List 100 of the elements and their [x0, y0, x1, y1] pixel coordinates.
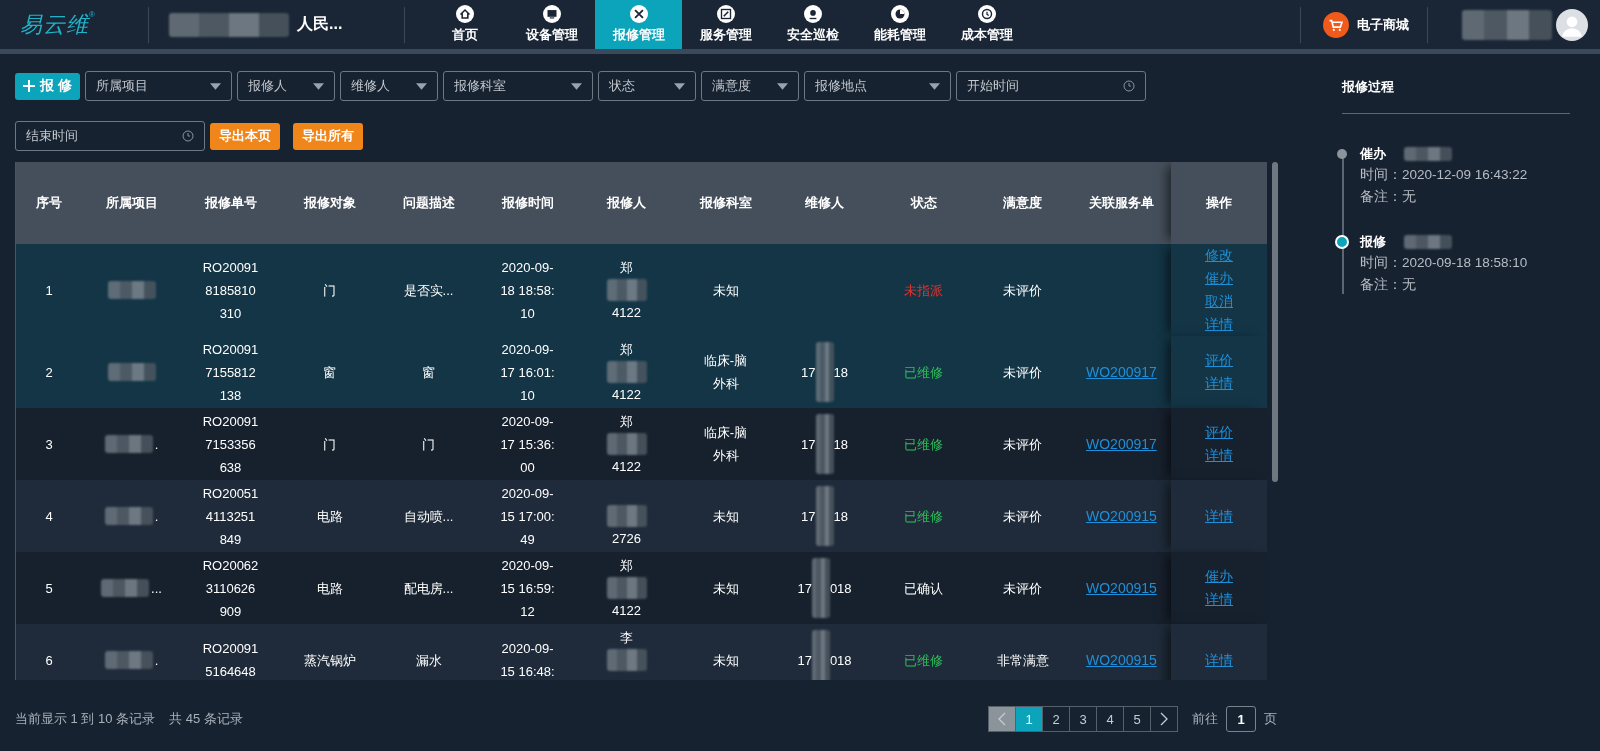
- action-link[interactable]: 详情: [1205, 648, 1233, 672]
- table-cell-text: RO20091 5164648: [201, 640, 260, 680]
- event-note: 备注：无: [1360, 276, 1417, 294]
- nav-tab[interactable]: 成本管理: [943, 0, 1030, 49]
- table-cell-text: 17: [801, 363, 816, 382]
- page-input[interactable]: 1: [1226, 706, 1256, 732]
- service-order-link[interactable]: WO200915: [1086, 648, 1157, 672]
- nav-tab[interactable]: 安全巡检: [769, 0, 856, 49]
- action-link[interactable]: 催办: [1205, 565, 1233, 588]
- table-cell-text: 未知: [711, 281, 740, 300]
- action-link[interactable]: 详情: [1205, 588, 1233, 611]
- page-button[interactable]: 4: [1096, 706, 1124, 732]
- chevron-right-icon: [1160, 712, 1168, 726]
- table-cell-text: 2: [44, 363, 54, 382]
- column-header: 操作: [1171, 162, 1267, 244]
- table-row[interactable]: 2 RO20091 7155812 138 窗 窗 2020-09- 17 16:01: 10 郑 4122 临床-脑外科 17 18 已维修 未评价 WO200917 评价 详情: [16, 336, 1267, 408]
- scrollbar[interactable]: [1272, 162, 1278, 482]
- table-row[interactable]: 6 . RO20091 5164648 蒸汽锅炉 漏水 2020-09- 15 16:48: 李 未知 17 018 已维修 非常满意 WO200915 详情: [16, 624, 1267, 680]
- service-order-link[interactable]: WO200917: [1086, 432, 1157, 456]
- next-page-button[interactable]: [1150, 706, 1178, 732]
- table-cell-text: 临床-脑外科: [702, 352, 749, 393]
- table-cell-text: 窗: [421, 363, 436, 382]
- date-field[interactable]: 结束时间: [15, 121, 205, 151]
- table-cell-text: 2020-09- 17 15:36: 00: [499, 412, 556, 477]
- table-row[interactable]: 1 RO20091 8185810 310 门 是否实... 2020-09- 18 18:58: 10 郑 4122 未知 未指派 未评价 修改 催办 取消 详情: [16, 244, 1267, 336]
- blurred-text: [104, 651, 153, 669]
- table-cell-text: 门: [322, 435, 337, 454]
- status-text: 已维修: [904, 435, 943, 454]
- caret-icon: [209, 82, 221, 90]
- table-cell: 郑: [620, 414, 633, 429]
- column-header: 满意度: [1002, 194, 1043, 212]
- table-cell-text: RO20062 3110626 909: [201, 556, 260, 621]
- filter-dropdown[interactable]: 报修科室: [442, 71, 593, 101]
- action-link[interactable]: 评价: [1205, 349, 1233, 372]
- caret-icon: [776, 82, 788, 90]
- avatar-icon[interactable]: [1556, 8, 1588, 41]
- table-cell-text: 2020-09- 15 16:59: 12: [499, 556, 556, 621]
- table-cell-text: 4: [44, 507, 54, 526]
- table-cell-text: 未知: [711, 651, 740, 670]
- service-order-link[interactable]: WO200915: [1086, 504, 1157, 528]
- table-cell: 4122: [612, 459, 641, 474]
- table-cell-text: 未评价: [1002, 281, 1043, 300]
- table-cell: 4122: [612, 305, 641, 320]
- action-link[interactable]: 详情: [1205, 313, 1233, 336]
- action-link[interactable]: 详情: [1205, 372, 1233, 395]
- caret-icon: [673, 82, 685, 90]
- filter-dropdown[interactable]: 报修人: [236, 71, 335, 101]
- event-note: 备注：无: [1360, 188, 1417, 206]
- table-cell: 郑: [620, 558, 633, 573]
- page-button[interactable]: 3: [1069, 706, 1097, 732]
- table-cell-text: 未评价: [1002, 507, 1043, 526]
- action-link[interactable]: 取消: [1205, 290, 1233, 313]
- filter-dropdown[interactable]: 满意度: [700, 71, 799, 101]
- blurred-text: [101, 579, 150, 597]
- status-text: 已维修: [904, 507, 943, 526]
- status-text: 已维修: [904, 651, 943, 670]
- nav-tab[interactable]: 设备管理: [508, 0, 595, 49]
- table-cell-text: RO20091 8185810 310: [201, 258, 260, 323]
- table-cell-text: 17: [801, 435, 816, 454]
- table-row[interactable]: 5 ... RO20062 3110626 909 电路 配电房... 2020-09- 15 16:59: 12 郑 4122 未知 17 018 已确认 未评价 WO200915 催办 详情: [16, 552, 1267, 624]
- shop-link[interactable]: 电子商城: [1301, 11, 1427, 38]
- nav-tab[interactable]: 首页: [421, 0, 508, 49]
- action-link[interactable]: 详情: [1205, 444, 1233, 467]
- event-time: 时间：2020-12-09 16:43:22: [1360, 166, 1529, 184]
- action-link[interactable]: 催办: [1205, 267, 1233, 290]
- filter-dropdown[interactable]: 所属项目: [84, 71, 232, 101]
- action-link[interactable]: 详情: [1205, 504, 1233, 528]
- column-header: 报修科室: [698, 194, 753, 212]
- page-button[interactable]: 5: [1123, 706, 1151, 732]
- filter-dropdown[interactable]: 报修地点: [803, 71, 951, 101]
- blurred-text: [107, 281, 156, 299]
- column-header: 所属项目: [104, 194, 159, 212]
- nav-tab[interactable]: 能耗管理: [856, 0, 943, 49]
- filter-dropdown[interactable]: 状态: [597, 71, 696, 101]
- table-cell-text: 18: [833, 363, 848, 382]
- event-title: 报修: [1360, 233, 1386, 251]
- clock-icon: [182, 130, 194, 142]
- blurred-text: [815, 414, 834, 474]
- column-header: 关联服务单: [1088, 194, 1155, 212]
- table-cell-text: 未知: [711, 507, 740, 526]
- table-cell-text: 5: [44, 579, 54, 598]
- table-cell-text: RO20091 7155812 138: [201, 340, 260, 405]
- action-link[interactable]: 修改: [1205, 244, 1233, 267]
- table-row[interactable]: 3 . RO20091 7153356 638 门 门 2020-09- 17 15:36: 00 郑 4122 临床-脑外科 17 18 已维修 未评价 WO200917 评价 详情: [16, 408, 1267, 480]
- blurred-text: [606, 649, 647, 671]
- previous-page-button[interactable]: [988, 706, 1016, 732]
- table-cell-text: 电路: [315, 579, 344, 598]
- blurred-text: [606, 279, 647, 301]
- nav-tab[interactable]: 服务管理: [682, 0, 769, 49]
- filter-dropdown[interactable]: 维修人: [339, 71, 438, 101]
- action-link[interactable]: 评价: [1205, 421, 1233, 444]
- table-row[interactable]: 4 . RO20051 4113251 849 电路 自动喷... 2020-09- 15 17:00: 49 2726 未知 17 18 已维修 未评价 WO200915 详情: [16, 480, 1267, 552]
- clock-icon: [1122, 80, 1135, 92]
- service-order-link[interactable]: WO200917: [1086, 360, 1157, 384]
- blurred-text: [104, 507, 153, 525]
- table-cell-text: RO20051 4113251 849: [201, 484, 260, 549]
- page-button[interactable]: 2: [1042, 706, 1070, 732]
- service-order-link[interactable]: WO200915: [1086, 576, 1157, 600]
- date-field[interactable]: 开始时间: [955, 71, 1146, 101]
- blurred-text: [815, 342, 834, 402]
